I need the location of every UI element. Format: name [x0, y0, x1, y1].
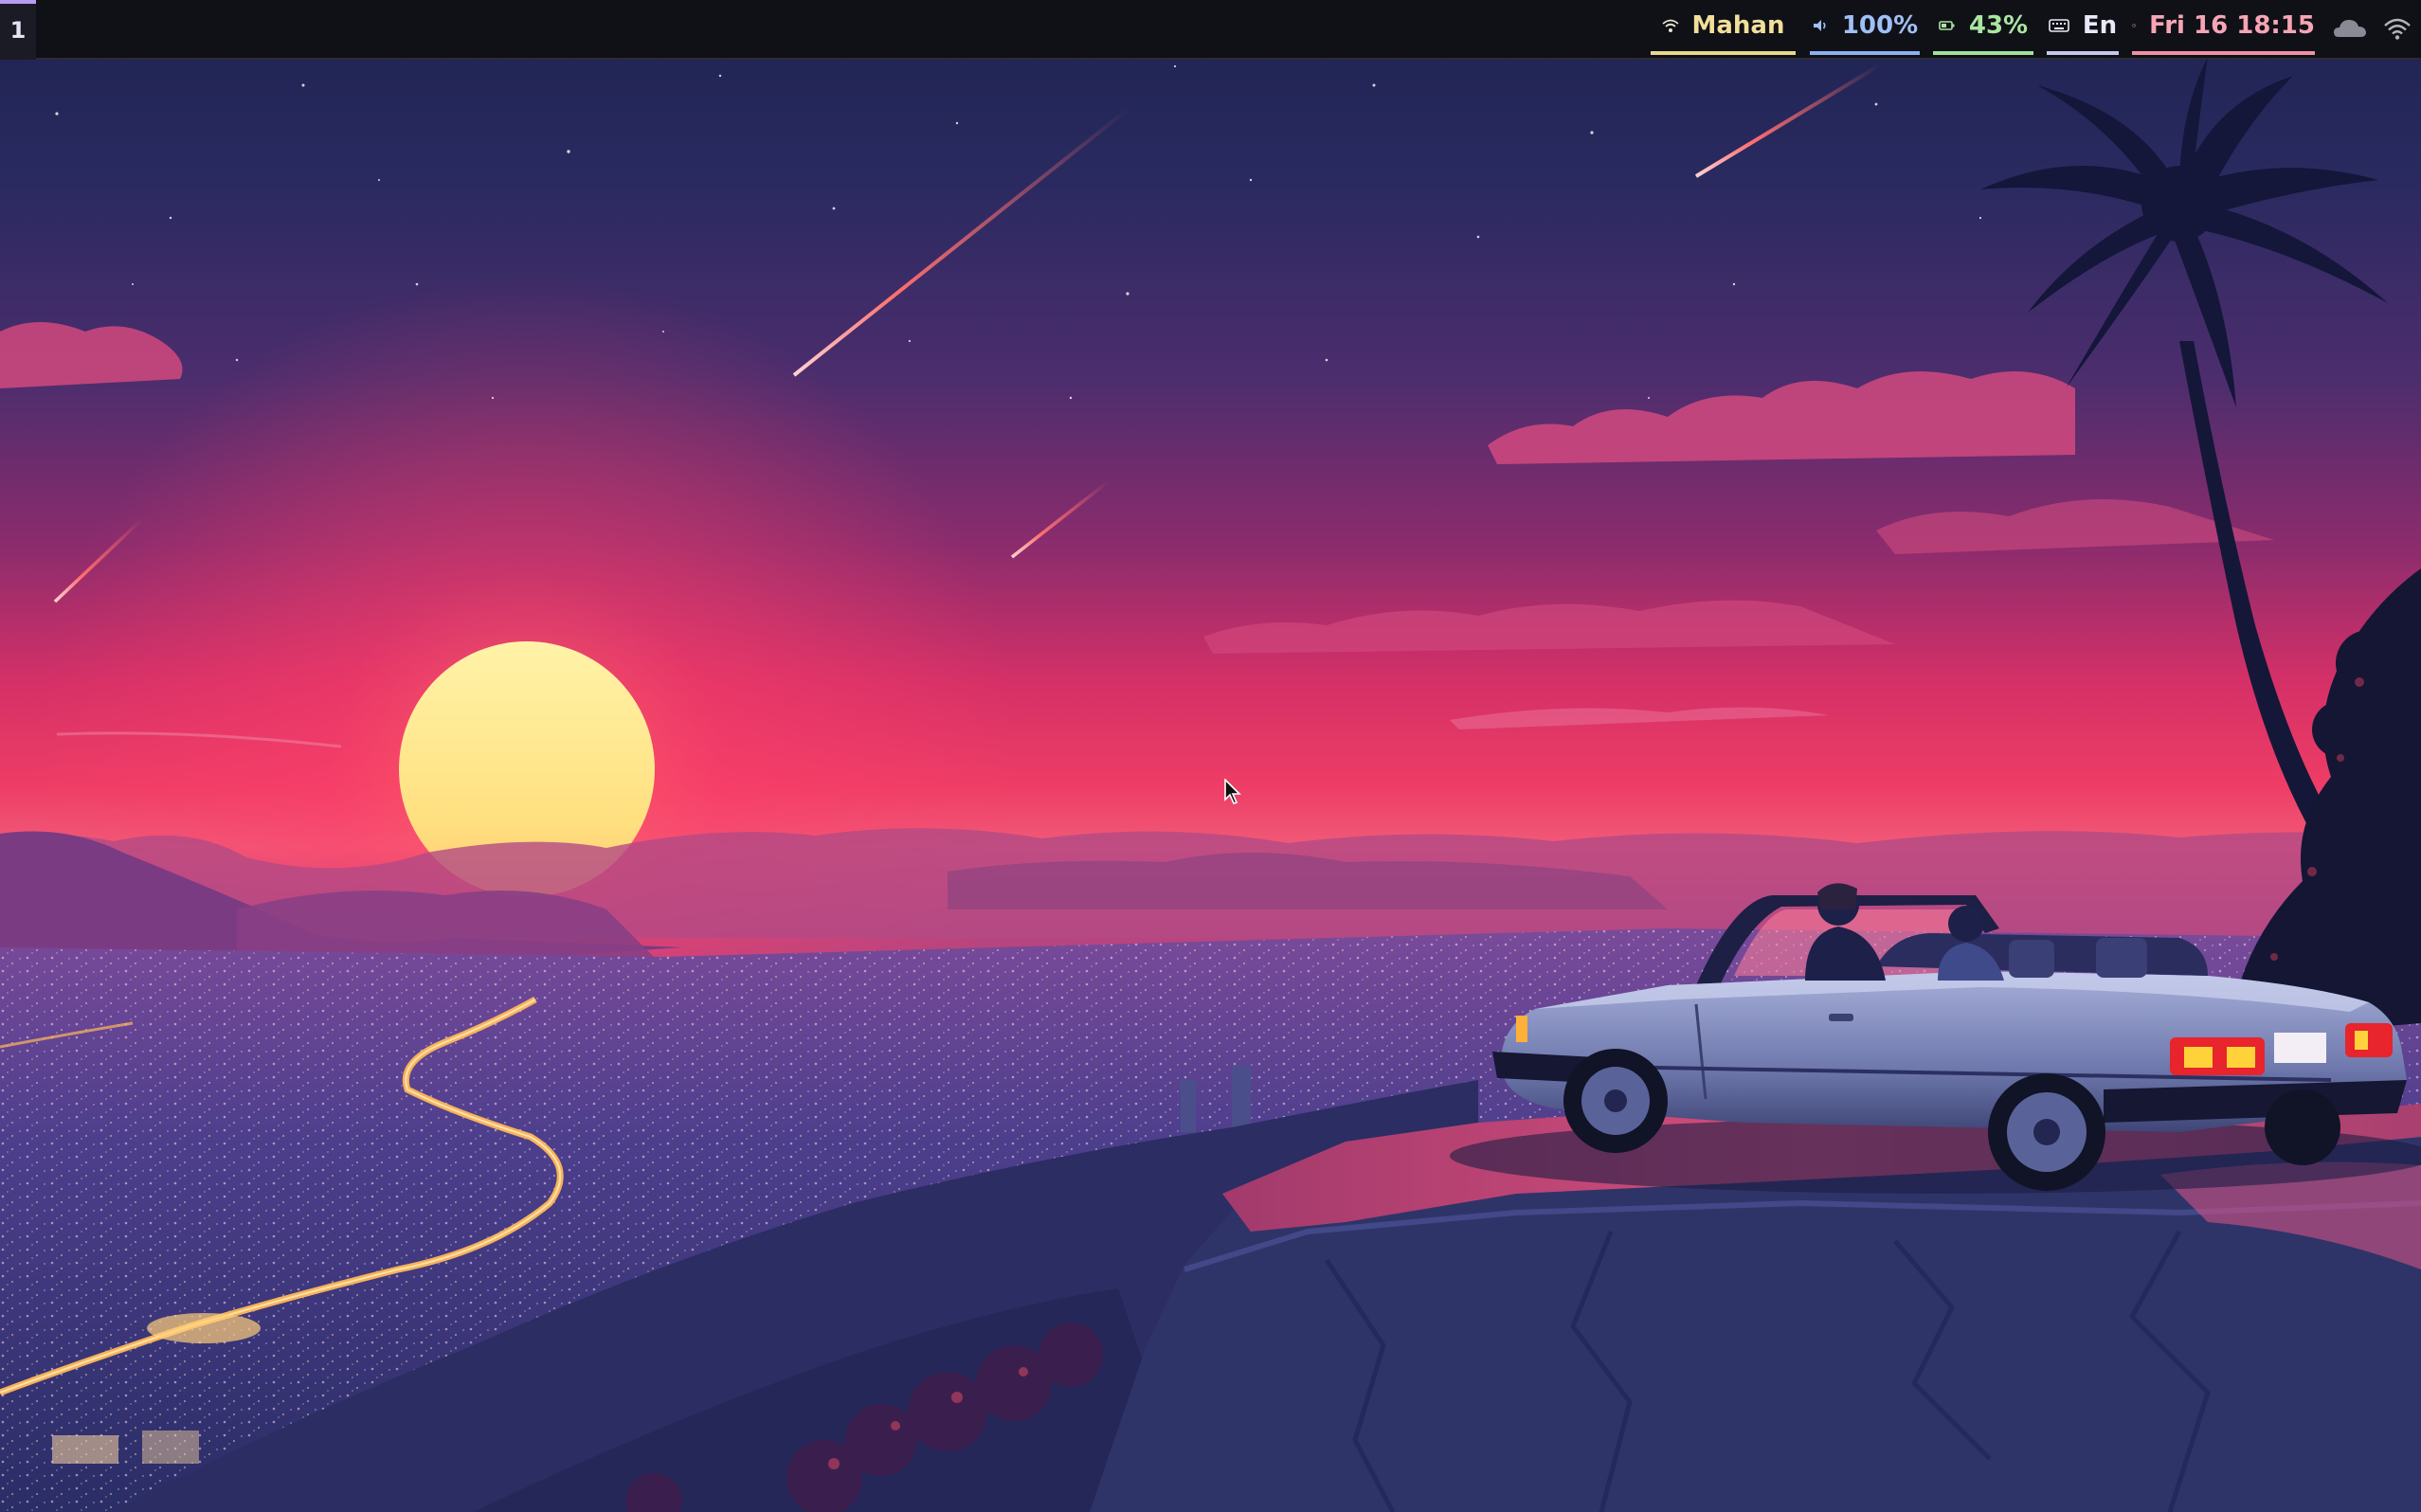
keyboard-icon — [2049, 19, 2069, 32]
speaker-icon — [1813, 20, 1826, 31]
mouse-cursor-icon — [1224, 779, 1241, 804]
top-bar: 1 Mahan 100% 43% En Fri 16 18:15 — [0, 0, 2421, 60]
desktop[interactable]: 1 Mahan 100% 43% En Fri 16 18:15 — [0, 0, 2421, 1512]
wifi-icon — [1661, 19, 1679, 32]
desktop-wallpaper — [0, 0, 2421, 1512]
volume-module[interactable]: 100% — [1810, 0, 1920, 55]
clock-icon — [2132, 24, 2136, 27]
network-module[interactable]: Mahan — [1651, 0, 1796, 55]
wifi-tray-icon[interactable] — [2383, 16, 2412, 41]
clock-label: Fri 16 18:15 — [2149, 11, 2315, 40]
keyboard-layout-module[interactable]: En — [2047, 0, 2119, 55]
battery-icon — [1939, 21, 1955, 30]
network-name-label: Mahan — [1691, 11, 1785, 40]
battery-module[interactable]: 43% — [1933, 0, 2033, 55]
battery-level-label: 43% — [1968, 11, 2029, 40]
keyboard-layout-label: En — [2082, 11, 2118, 40]
cloud-weather-icon[interactable] — [2333, 16, 2367, 41]
clock-module[interactable]: Fri 16 18:15 — [2132, 0, 2315, 55]
workspace-button-1[interactable]: 1 — [0, 0, 36, 60]
volume-level-label: 100% — [1841, 11, 1919, 40]
